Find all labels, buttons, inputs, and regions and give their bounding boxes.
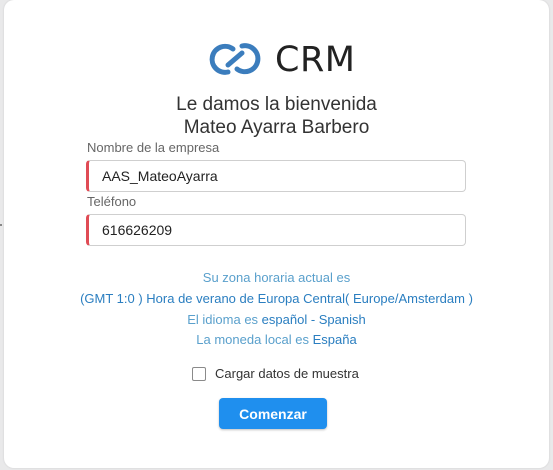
sample-data-label: Cargar datos de muestra [215, 366, 359, 381]
language-link[interactable]: español - Spanish [262, 312, 366, 327]
timezone-intro: Su zona horaria actual es [202, 270, 351, 285]
phone-label: Teléfono [87, 194, 137, 209]
welcome-message: Le damos la bienvenida Mateo Ayarra Barb… [4, 93, 549, 139]
timezone-value: (GMT 1:0 ) Hora de verano de Europa Cent… [4, 291, 549, 306]
company-name-input[interactable] [86, 160, 466, 192]
sample-data-checkbox[interactable] [192, 366, 206, 381]
onboarding-dialog: CRM Le damos la bienvenida Mateo Ayarra … [4, 0, 549, 468]
start-button[interactable]: Comenzar [219, 398, 327, 429]
welcome-user-name: Mateo Ayarra Barbero [183, 117, 370, 138]
currency-prefix: La moneda local es [196, 332, 310, 347]
language-info: El idioma es español - Spanish [4, 312, 549, 327]
logo-text: CRM [275, 40, 356, 80]
company-name-label: Nombre de la empresa [87, 140, 220, 155]
welcome-greeting: Le damos la bienvenida [176, 94, 377, 115]
phone-input[interactable] [86, 214, 466, 246]
crm-logo: CRM [204, 37, 355, 81]
sample-data-option[interactable]: Cargar datos de muestra [192, 366, 359, 381]
timezone-link[interactable]: (GMT 1:0 ) Hora de verano de Europa Cent… [80, 291, 473, 306]
currency-info: La moneda local es España [4, 332, 549, 347]
window-edge-mark [0, 224, 2, 226]
language-prefix: El idioma es [187, 312, 259, 327]
currency-link[interactable]: España [313, 332, 357, 347]
crm-rings-icon [209, 43, 261, 75]
